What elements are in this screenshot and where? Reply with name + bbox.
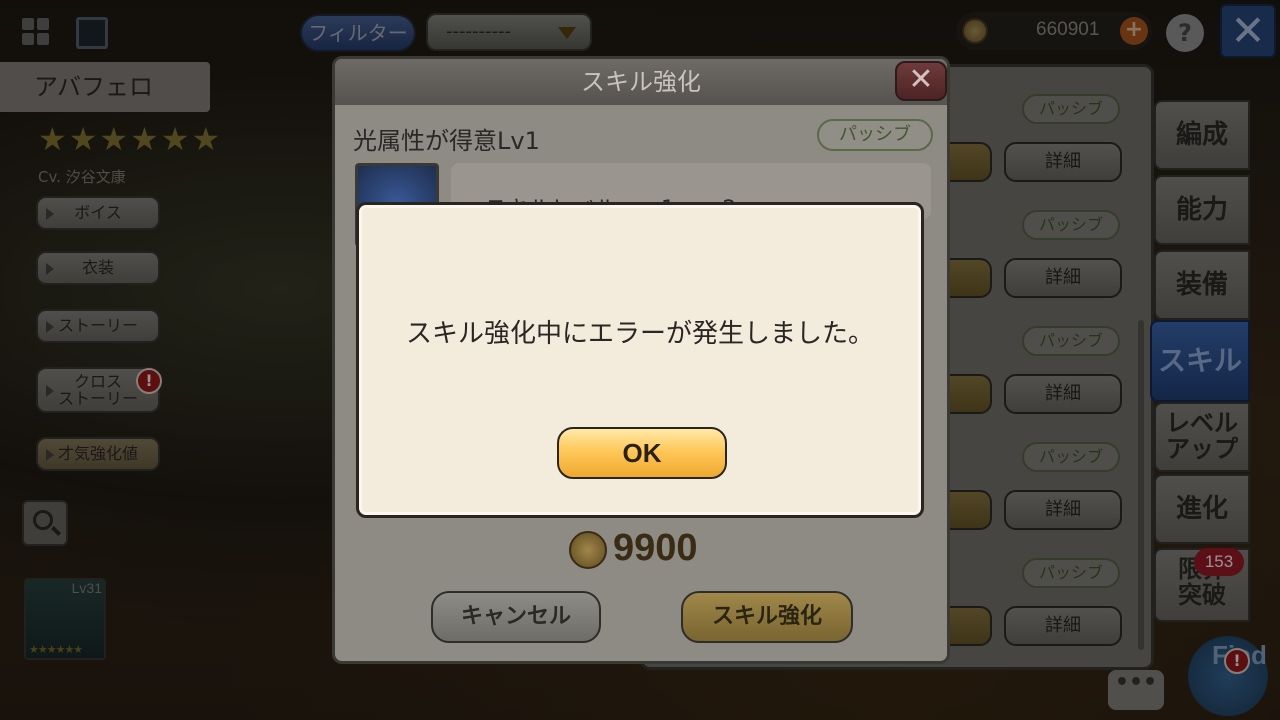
coin-icon [569,531,607,569]
cancel-button[interactable]: キャンセル [431,591,601,643]
skill-enhance-button[interactable]: スキル強化 [681,591,853,643]
skill-name: 光属性が得意Lv1 [353,127,540,155]
enhance-cost: 9900 [613,527,698,569]
error-modal: スキル強化中にエラーが発生しました。 OK [356,202,924,518]
skill-type-badge: パッシブ [817,119,933,151]
dialog-title: スキル強化 [335,59,947,105]
dialog-close-button[interactable]: ✕ [895,61,947,101]
error-message: スキル強化中にエラーが発生しました。 [405,319,874,349]
ok-button[interactable]: OK [557,427,727,479]
